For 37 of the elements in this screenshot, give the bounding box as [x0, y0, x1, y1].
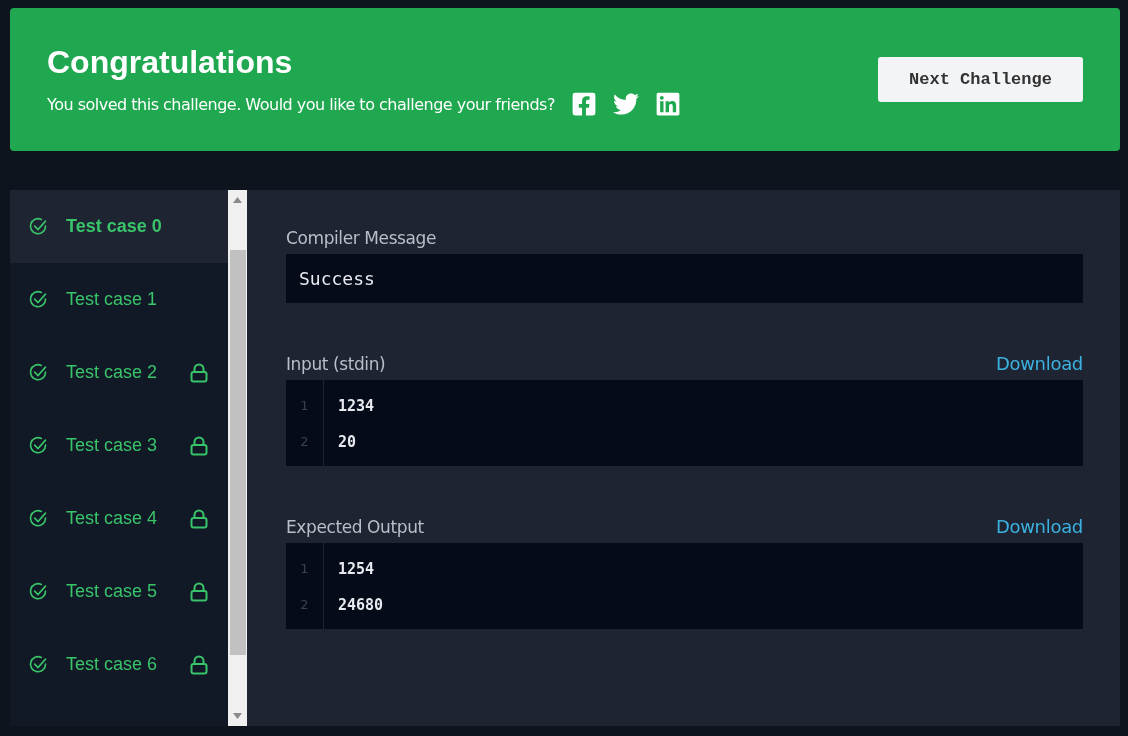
next-challenge-button[interactable]: Next Challenge: [878, 57, 1083, 102]
line-number: 2: [299, 433, 310, 451]
scrollbar[interactable]: [228, 190, 247, 726]
section-label: Input (stdin): [286, 353, 386, 374]
test-case-label: Test case 1: [66, 289, 159, 310]
line-number: 1: [299, 560, 310, 578]
banner-message: You solved this challenge. Would you like to challenge your friends?: [47, 94, 555, 114]
code-line: 1254: [338, 559, 376, 580]
test-case-item[interactable]: Test case 3: [10, 409, 228, 482]
section-label: Compiler Message: [286, 228, 437, 248]
test-case-label: Test case 0: [66, 216, 163, 237]
test-case-label: Test case 2: [66, 362, 159, 383]
line-number: 1: [299, 397, 310, 415]
test-case-item[interactable]: Test case 6: [10, 628, 228, 701]
scroll-down-icon[interactable]: [233, 713, 242, 719]
test-case-item[interactable]: Test case 5: [10, 555, 228, 628]
linkedin-icon[interactable]: [654, 91, 681, 117]
test-case-item[interactable]: Test case 1: [10, 263, 228, 336]
download-link[interactable]: Download: [995, 353, 1083, 374]
section-label: Expected Output: [286, 516, 424, 537]
facebook-icon[interactable]: [570, 91, 597, 117]
code-line: 20: [338, 432, 358, 453]
test-case-item[interactable]: Test case 2: [10, 336, 228, 409]
scroll-up-icon[interactable]: [233, 197, 242, 203]
code-line: 24680: [338, 595, 384, 616]
code-line: 1234: [338, 396, 375, 417]
download-link[interactable]: Download: [995, 516, 1083, 537]
test-case-label: Test case 5: [66, 581, 159, 602]
test-case-label: Test case 3: [66, 435, 159, 456]
line-number: 2: [299, 596, 310, 614]
twitter-icon[interactable]: [612, 91, 639, 117]
test-case-label: Test case 4: [66, 508, 159, 529]
test-case-label: Test case 6: [66, 654, 159, 675]
test-case-item[interactable]: Test case 4: [10, 482, 228, 555]
test-case-item[interactable]: Test case 0: [10, 190, 228, 263]
compiler-message: Success: [286, 254, 1083, 303]
banner-title: Congratulations: [47, 44, 294, 81]
